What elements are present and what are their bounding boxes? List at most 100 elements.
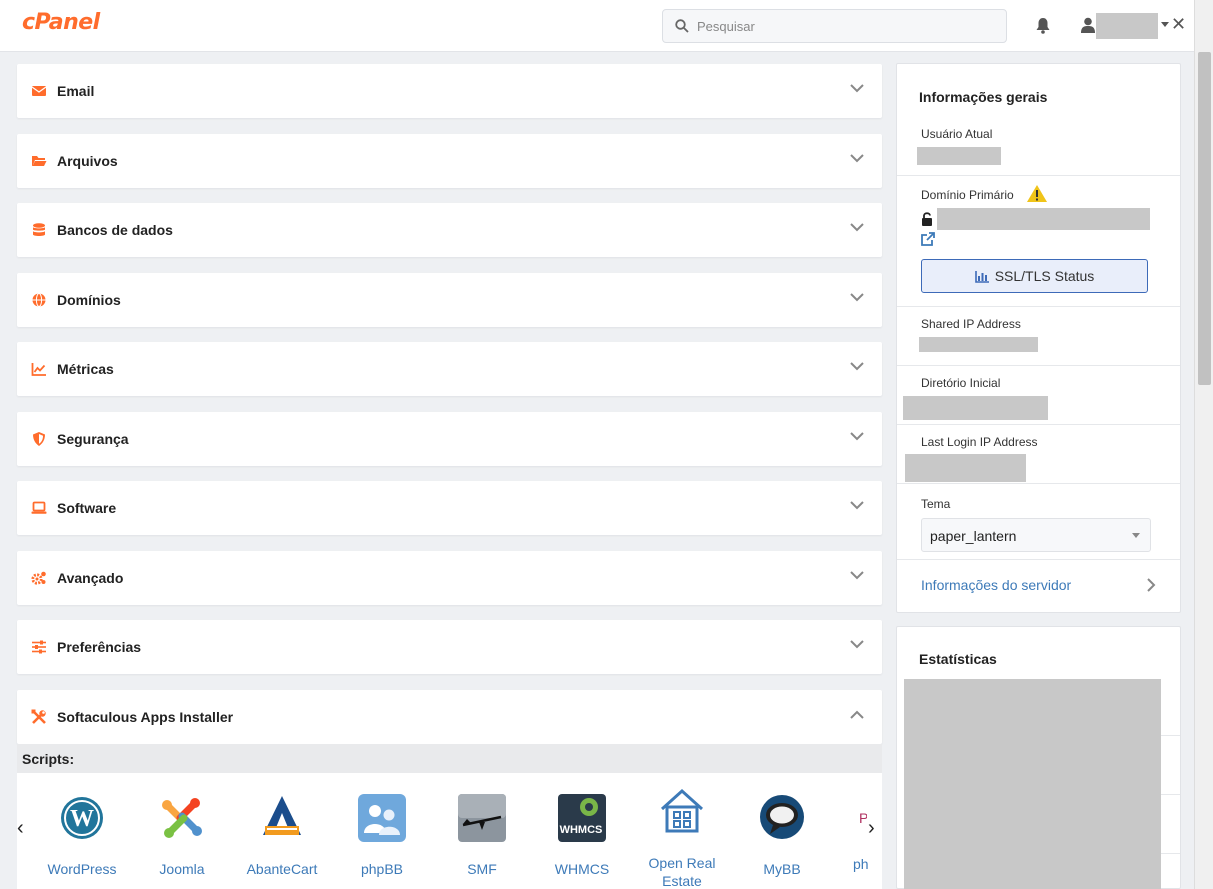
wordpress-icon: W [61,797,103,839]
section-arquivos[interactable]: Arquivos [17,134,882,188]
app-label: SMF [467,861,497,877]
cpanel-logo[interactable]: cPanel [22,10,100,35]
whmcs-icon: WHMCS [558,794,606,842]
search-input[interactable] [697,10,997,42]
app-label: WordPress [47,861,117,877]
app-phpbb[interactable]: phpBB [337,793,427,878]
chevron-down-icon [1132,533,1140,538]
partial-app-icon: P [859,810,867,826]
user-name-redacted[interactable] [1096,13,1158,39]
chevron-down-icon[interactable] [850,501,864,510]
home-dir-value-redacted [903,396,1048,420]
app-open-real-estate[interactable]: Open Real Estate [637,787,727,889]
chevron-down-icon[interactable] [850,362,864,371]
divider [1161,853,1180,854]
home-dir-row: Diretório Inicial [897,366,1180,425]
ssl-tls-status-button[interactable]: SSL/TLS Status [921,259,1148,293]
current-user-row: Usuário Atual [897,119,1180,176]
last-login-row: Last Login IP Address [897,425,1180,484]
section-title: Domínios [57,292,121,308]
section-preferencias[interactable]: Preferências [17,620,882,674]
statistics-content-redacted [904,679,1161,889]
apps-carousel: ‹ W WordPress Joomla AbanteCart phpBB SM… [17,773,882,889]
search-box[interactable] [662,9,1007,43]
svg-text:WHMCS: WHMCS [560,824,603,836]
chevron-down-icon[interactable] [850,571,864,580]
primary-domain-label: Domínio Primário [921,188,1014,202]
section-title: Email [57,83,95,99]
chevron-right-icon[interactable] [1147,578,1156,592]
scripts-header: Scripts: [17,744,882,773]
section-title: Segurança [57,431,129,447]
shared-ip-row: Shared IP Address [897,307,1180,366]
logout-icon[interactable]: ✕ [1171,14,1186,35]
unlock-icon [922,212,932,226]
section-software[interactable]: Software [17,481,882,535]
page-scrollbar[interactable] [1194,0,1213,889]
section-metricas[interactable]: Métricas [17,342,882,396]
smf-icon [458,794,506,842]
shared-ip-label: Shared IP Address [921,317,1021,331]
app-label: Joomla [159,861,205,877]
sliders-icon [32,640,46,654]
bell-icon[interactable] [1035,17,1051,34]
joomla-icon [162,798,202,838]
theme-label: Tema [921,497,951,511]
chevron-down-icon[interactable] [850,640,864,649]
section-title: Arquivos [57,153,118,169]
divider [1161,735,1180,736]
carousel-next-icon[interactable]: › [868,817,875,840]
app-mybb[interactable]: MyBB [737,793,827,878]
server-info-link[interactable]: Informações do servidor [921,577,1071,593]
ssl-button-label: SSL/TLS Status [994,268,1095,284]
warning-icon[interactable] [1026,184,1048,203]
app-wordpress[interactable]: W WordPress [37,793,127,878]
current-user-value-redacted [917,147,1001,165]
theme-select-value: paper_lantern [930,528,1017,544]
section-bancos-de-dados[interactable]: Bancos de dados [17,203,882,257]
current-user-label: Usuário Atual [921,127,993,141]
home-dir-label: Diretório Inicial [921,376,1001,390]
section-seguranca[interactable]: Segurança [17,412,882,466]
chevron-up-icon[interactable] [850,710,864,719]
app-label: MyBB [763,861,801,877]
divider [1161,794,1180,795]
external-link-icon[interactable] [921,232,935,246]
app-label: phpBB [360,861,404,877]
section-dominios[interactable]: Domínios [17,273,882,327]
app-abantecart[interactable]: AbanteCart [237,793,327,878]
last-login-label: Last Login IP Address [921,435,1038,449]
gears-icon [31,571,46,585]
chevron-down-icon[interactable] [850,154,864,163]
app-label: AbanteCart [246,861,318,877]
section-avancado[interactable]: Avançado [17,551,882,605]
app-label: ph [853,856,869,872]
globe-icon [32,293,46,307]
section-email[interactable]: Email [17,64,882,118]
user-icon[interactable] [1081,17,1095,33]
panel-title: Estatísticas [919,651,997,667]
laptop-icon [31,501,47,514]
database-icon [33,223,45,236]
shield-icon [33,432,45,446]
chevron-down-icon[interactable] [850,223,864,232]
carousel-prev-icon[interactable]: ‹ [17,817,24,840]
chevron-down-icon[interactable] [850,84,864,93]
app-label: Open Real Estate [648,855,716,889]
app-whmcs[interactable]: WHMCS WHMCS [537,793,627,878]
last-login-value-redacted [905,454,1026,482]
section-title: Bancos de dados [57,222,173,238]
theme-select[interactable]: paper_lantern [921,518,1151,552]
statistics-panel: Estatísticas [896,626,1181,889]
general-info-panel: Informações gerais Usuário Atual Domínio… [896,63,1181,613]
chevron-down-icon[interactable] [1161,22,1169,27]
app-joomla[interactable]: Joomla [137,793,227,878]
app-smf[interactable]: SMF [437,793,527,878]
scrollbar-thumb[interactable] [1198,52,1211,385]
chevron-down-icon[interactable] [850,432,864,441]
section-softaculous[interactable]: Softaculous Apps Installer [17,690,882,744]
chevron-down-icon[interactable] [850,293,864,302]
folder-icon [32,156,47,166]
app-label: WHMCS [554,861,610,877]
mybb-icon [760,795,804,839]
